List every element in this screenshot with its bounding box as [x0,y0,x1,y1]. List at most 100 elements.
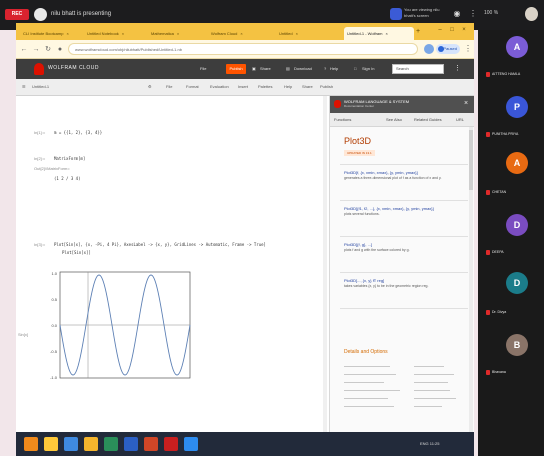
menu-file[interactable]: File [200,65,206,73]
close-icon: × [66,31,69,36]
file-explorer-icon[interactable] [44,437,58,451]
adobe-reader-icon[interactable] [164,437,178,451]
input-cell[interactable]: Plot[Sin[x], {x, -Pi, 4 Pi}, AxesLabel -… [54,242,266,248]
participant-avatar[interactable]: B [506,334,528,356]
menu-help[interactable]: Help [330,65,338,73]
browser-menu-icon[interactable]: ⋮ [464,44,472,54]
screen-share-icon[interactable] [34,8,47,21]
input-cell[interactable]: MatrixForm[m] [54,156,85,162]
participant-name: CHETAN [486,190,544,195]
powerpoint-icon[interactable] [144,437,158,451]
more-options-icon[interactable]: ⋮ [454,64,461,74]
browser-tab[interactable]: Untitled Notebook × [84,27,146,40]
input-cell-continued[interactable]: Plot[Sin[x]] [62,250,91,256]
divider [340,200,468,201]
toolbar-help[interactable]: Help [284,83,292,91]
minimize-icon[interactable]: – [436,26,444,34]
tick-label: -1.0 [50,375,58,380]
tick-label: -0.5 [50,349,58,354]
docs-nav-see-also[interactable]: See Also [386,117,402,123]
docs-details-table [344,362,464,422]
docs-header: WOLFRAM LANGUAGE & SYSTEM Documentation … [330,96,474,113]
chrome-icon[interactable] [64,437,78,451]
share-icon[interactable]: ▣ [252,65,256,73]
docs-nav-related-guides[interactable]: Related Guides [414,117,442,123]
cell-label: In[3]:= [34,242,46,247]
windows-start-icon[interactable] [24,437,38,451]
zoom-icon[interactable] [184,437,198,451]
browser-tab[interactable]: Mathematica × [148,27,206,40]
close-icon: × [121,31,125,36]
toolbar-format[interactable]: Format [186,83,199,91]
store-icon[interactable] [104,437,118,451]
system-tray-clock[interactable]: ENG 11:25 [420,440,440,448]
docs-nav-url[interactable]: URL [456,117,464,123]
toolbar-palettes[interactable]: Palettes [258,83,272,91]
toolbar-insert[interactable]: Insert [238,83,248,91]
docs-version-badge: UPDATED IN 13.1 [344,150,375,156]
shared-screen: CLI Institute Bootcamp × Untitled Noteboo… [16,23,474,456]
tick-label: 0.0 [51,323,57,328]
docs-scrollbar-thumb[interactable] [469,130,473,190]
toolbar-file[interactable]: File [166,83,172,91]
browser-tab-active[interactable]: Untitled-1 - Wolfram × [344,27,414,40]
participant-avatar[interactable]: A [506,152,528,174]
toolbar-evaluation[interactable]: Evaluation [210,83,229,91]
docs-usage-entry: Plot3D[..., {x, y} ∈ reg] takes variable… [344,278,466,304]
download-icon[interactable]: ▤ [286,65,290,73]
back-icon[interactable]: ← [20,45,28,54]
docs-details-heading[interactable]: Details and Options [344,349,388,356]
participant-avatar[interactable]: P [506,96,528,118]
hamburger-icon[interactable]: ☰ [22,83,26,91]
menu-download[interactable]: Download [294,65,312,73]
publish-button[interactable]: Publish [226,64,246,74]
output-matrix: (1 2 / 3 4) [54,176,81,181]
participant-avatar[interactable]: D [506,272,528,294]
toolbar-share[interactable]: Share [302,83,313,91]
word-icon[interactable] [124,437,138,451]
address-bar-row: ← → ↻ ● www.wolframcloud.com/obj/nilubha… [16,40,474,59]
notebook-name[interactable]: Untitled-1 [32,83,49,91]
forward-icon[interactable]: → [32,45,40,54]
menu-share[interactable]: Share [260,65,271,73]
url-input[interactable]: www.wolframcloud.com/obj/nilubhatt/Publi… [68,43,418,55]
docs-title: Plot3D [344,136,372,146]
toolbar-publish[interactable]: Publish [320,83,333,91]
signin-icon[interactable]: □ [354,65,356,73]
extension-icon[interactable] [424,44,434,54]
paused-sync-button[interactable]: Paused [436,44,460,54]
close-icon[interactable]: × [464,100,472,108]
mic-muted-icon [486,370,490,375]
usage-description: plots several functions. [344,212,380,216]
mail-icon[interactable] [84,437,98,451]
notebook-scrollbar[interactable] [323,96,327,432]
window-close-icon[interactable]: × [460,26,468,34]
docs-nav-functions[interactable]: Functions [334,117,351,123]
input-cell[interactable]: m = {{1, 2}, {3, 4}} [54,130,102,136]
more-icon[interactable]: ⋮ [468,9,478,19]
participant-avatar[interactable]: D [506,214,528,236]
notebook-area[interactable]: In[1]:= m = {{1, 2}, {3, 4}} In[2]:= Mat… [16,96,327,432]
notebook-settings-icon[interactable]: ⚙ [148,83,152,91]
share-title: nilu bhatt is presenting [51,11,112,17]
help-icon[interactable]: ? [324,65,326,73]
host-avatar [390,8,402,20]
search-input[interactable]: Search [392,64,444,74]
zoom-level[interactable]: 100 % [484,10,498,16]
participant-avatar[interactable]: A [506,36,528,58]
docs-header-subtitle: Documentation Center [344,104,375,108]
participant-name: Dr. Divya [486,310,544,315]
profile-icon[interactable] [525,7,538,21]
audio-icon[interactable]: ◉ [452,9,462,19]
reload-icon[interactable]: ↻ [44,45,52,54]
maximize-icon[interactable]: □ [448,26,456,34]
docs-nav: Functions See Also Related Guides URL [330,113,474,127]
browser-tab[interactable]: CLI Institute Bootcamp × [20,27,82,40]
new-tab-button[interactable]: + [416,28,424,36]
menu-signin[interactable]: Sign In [362,65,374,73]
browser-tab[interactable]: Wolfram Cloud × [208,27,274,40]
record-indicator[interactable]: REC [5,9,29,20]
browser-tab[interactable]: Untitled × [276,27,342,40]
usage-description: generates a three-dimensional plot of f … [344,176,442,180]
tick-label: 0.5 [51,297,57,302]
